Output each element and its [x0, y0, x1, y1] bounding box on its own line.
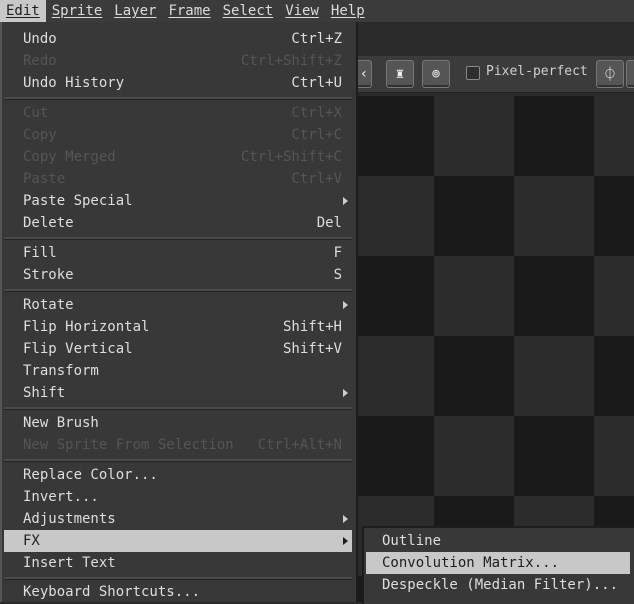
chevron-left-icon[interactable]: ‹ — [356, 60, 372, 88]
menubar: Edit Sprite Layer Frame Select View Help — [0, 0, 634, 22]
submenu-item-despeckle[interactable]: Despeckle (Median Filter)... — [366, 574, 630, 596]
menu-item-paste[interactable]: Paste Ctrl+V — [4, 168, 352, 190]
menu-item-flip-horizontal[interactable]: Flip Horizontal Shift+H — [4, 316, 352, 338]
menu-item-copy-merged[interactable]: Copy Merged Ctrl+Shift+C — [4, 146, 352, 168]
menu-item-replace-color[interactable]: Replace Color... — [4, 464, 352, 486]
menu-item-adjustments[interactable]: Adjustments — [4, 508, 352, 530]
ink-icon[interactable]: ♜ — [386, 60, 414, 88]
menu-item-insert-text[interactable]: Insert Text — [4, 552, 352, 574]
menu-layer[interactable]: Layer — [108, 0, 162, 22]
more-icon[interactable] — [626, 60, 634, 88]
separator — [4, 577, 352, 580]
menu-item-new-sprite-from-selection[interactable]: New Sprite From Selection Ctrl+Alt+N — [4, 434, 352, 456]
submenu-arrow-icon — [343, 197, 348, 205]
menu-item-keyboard-shortcuts[interactable]: Keyboard Shortcuts... — [4, 581, 352, 603]
menu-item-undo[interactable]: Undo Ctrl+Z — [4, 28, 352, 50]
menu-item-copy[interactable]: Copy Ctrl+C — [4, 124, 352, 146]
submenu-item-convolution-matrix[interactable]: Convolution Matrix... — [366, 552, 630, 574]
separator — [4, 289, 352, 292]
menu-item-undo-history[interactable]: Undo History Ctrl+U — [4, 72, 352, 94]
submenu-item-outline[interactable]: Outline — [366, 530, 630, 552]
symmetry-icon[interactable]: ⏀ — [596, 60, 624, 88]
pixel-perfect-checkbox[interactable] — [466, 66, 480, 80]
menu-view[interactable]: View — [279, 0, 325, 22]
menu-item-paste-special[interactable]: Paste Special — [4, 190, 352, 212]
menu-item-fx[interactable]: FX — [4, 530, 352, 552]
menu-item-delete[interactable]: Delete Del — [4, 212, 352, 234]
submenu-arrow-icon — [343, 389, 348, 397]
submenu-arrow-icon — [343, 515, 348, 523]
menu-frame[interactable]: Frame — [162, 0, 216, 22]
menu-item-shift[interactable]: Shift — [4, 382, 352, 404]
menu-select[interactable]: Select — [217, 0, 280, 22]
menu-item-cut[interactable]: Cut Ctrl+X — [4, 102, 352, 124]
fx-submenu: Outline Convolution Matrix... Despeckle … — [362, 526, 634, 604]
menu-item-stroke[interactable]: Stroke S — [4, 264, 352, 286]
separator — [4, 237, 352, 240]
menu-item-rotate[interactable]: Rotate — [4, 294, 352, 316]
menu-help[interactable]: Help — [325, 0, 371, 22]
submenu-arrow-icon — [343, 537, 348, 545]
menu-item-flip-vertical[interactable]: Flip Vertical Shift+V — [4, 338, 352, 360]
separator — [4, 407, 352, 410]
menu-item-transform[interactable]: Transform — [4, 360, 352, 382]
pixel-perfect-label: Pixel-perfect — [486, 64, 588, 79]
pattern-icon[interactable]: ⊚ — [422, 60, 450, 88]
menu-item-new-brush[interactable]: New Brush — [4, 412, 352, 434]
menu-item-invert[interactable]: Invert... — [4, 486, 352, 508]
menu-item-redo[interactable]: Redo Ctrl+Shift+Z — [4, 50, 352, 72]
submenu-arrow-icon — [343, 301, 348, 309]
separator — [4, 459, 352, 462]
menu-item-fill[interactable]: Fill F — [4, 242, 352, 264]
separator — [4, 97, 352, 100]
edit-menu: Undo Ctrl+Z Redo Ctrl+Shift+Z Undo History… — [0, 22, 358, 602]
menu-edit[interactable]: Edit — [0, 0, 46, 22]
menu-sprite[interactable]: Sprite — [46, 0, 109, 22]
